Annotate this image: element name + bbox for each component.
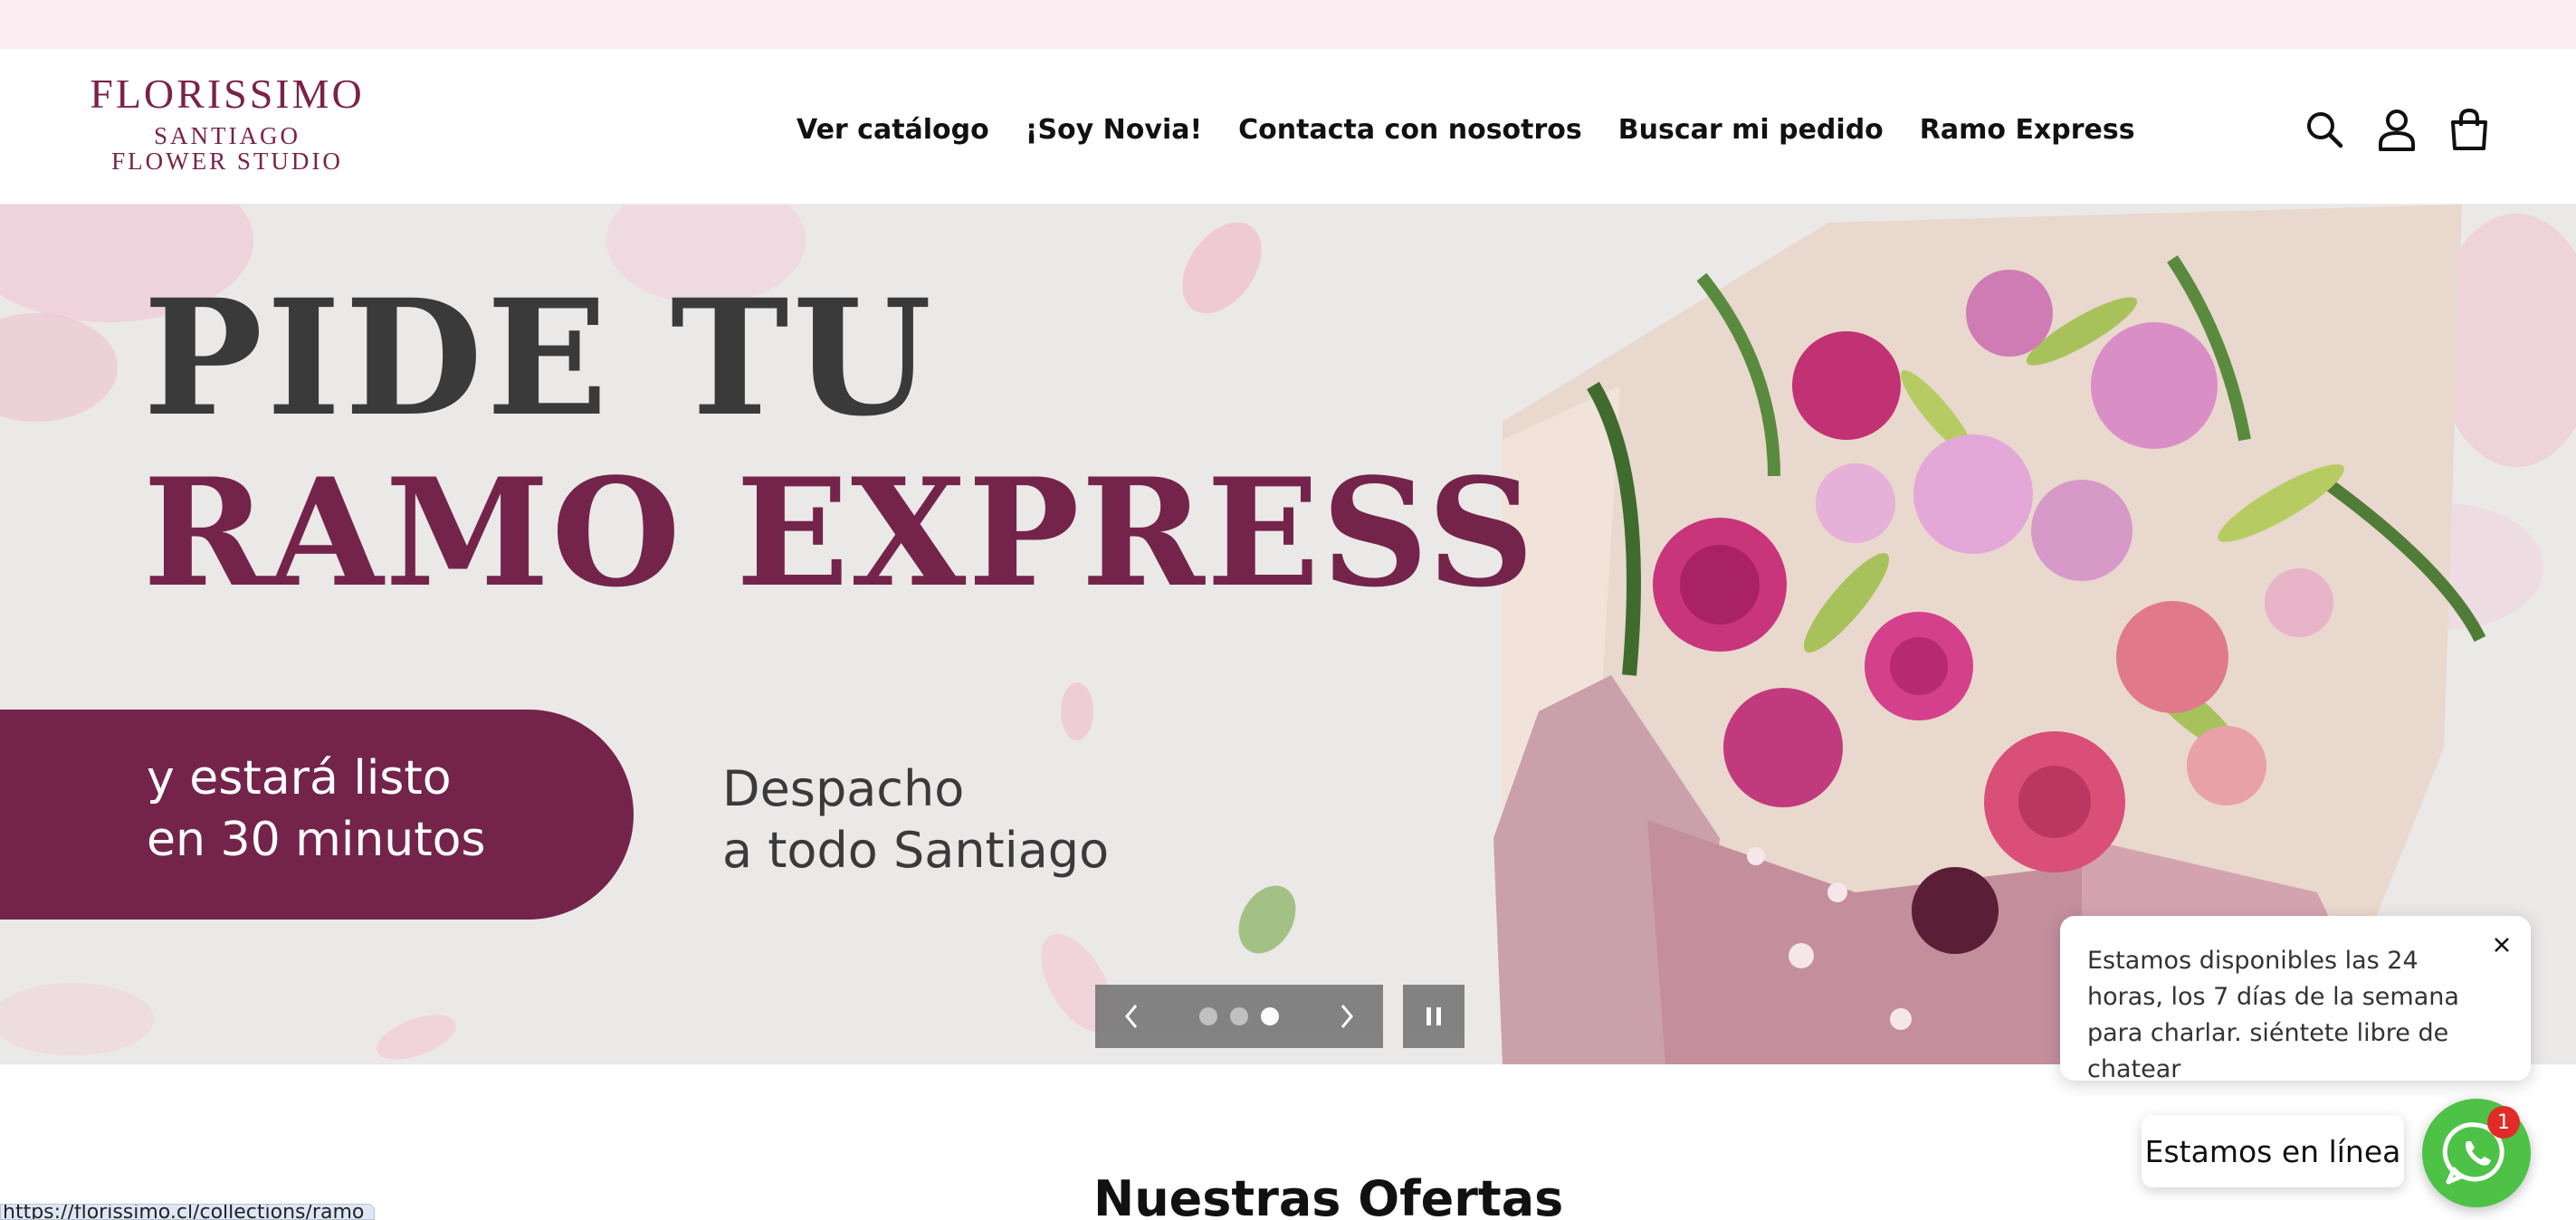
site-logo[interactable]: FLORISSIMO SANTIAGO FLOWER STUDIO [87,69,367,174]
hero-title-line2: RAMO EXPRESS [143,445,1537,620]
search-icon[interactable] [2299,104,2350,155]
section-title-ofertas: Nuestras Ofertas [1093,1170,1564,1220]
chevron-left-icon [1125,1005,1138,1028]
nav-item-catalogo[interactable]: Ver catálogo [797,114,989,146]
close-chat-bubble-button[interactable] [2485,929,2518,961]
account-icon[interactable] [2371,104,2422,155]
main-nav: Ver catálogo ¡Soy Novia! Contacta con no… [797,107,2135,152]
cart-icon[interactable] [2444,104,2495,155]
slider-dot-3[interactable] [1261,1007,1279,1025]
nav-item-contacto[interactable]: Contacta con nosotros [1238,114,1582,146]
close-icon [2495,938,2509,952]
slider-dot-1[interactable] [1199,1007,1217,1025]
hero-delivery-line1: Despacho [722,760,965,817]
hero-delivery-text: Despacho a todo Santiago [722,758,1193,882]
nav-item-buscar-pedido[interactable]: Buscar mi pedido [1618,114,1884,146]
slider-dots [1168,1007,1311,1025]
chat-welcome-bubble: Estamos disponibles las 24 horas, los 7 … [2060,916,2531,1083]
hero-pill-text: y estará listo en 30 minutos [147,748,563,871]
next-slide-button[interactable] [1311,985,1383,1048]
logo-tagline: FLOWER STUDIO [111,148,343,175]
chat-welcome-text: Estamos disponibles las 24 horas, los 7 … [2087,947,2459,1083]
logo-city: SANTIAGO [154,122,301,149]
header-icons [2299,103,2495,156]
logo-wordmark: FLORISSIMO [90,71,365,117]
nav-item-soy-novia[interactable]: ¡Soy Novia! [1026,114,1202,146]
pause-icon [1426,1007,1441,1025]
hero-pill-line1: y estará listo [147,751,452,805]
site-header: FLORISSIMO SANTIAGO FLOWER STUDIO Ver ca… [0,49,2576,205]
hero-title-line1: PIDE TU [143,264,936,452]
slider-dot-2[interactable] [1230,1007,1248,1025]
nav-item-ramo-express[interactable]: Ramo Express [1920,114,2135,146]
chat-online-label[interactable]: Estamos en línea [2142,1115,2404,1187]
hero-delivery-line2: a todo Santiago [722,822,1110,879]
browser-status-url: https://florissimo.cl/collections/ramo [0,1204,375,1220]
hero-pill-line2: en 30 minutos [147,813,486,867]
slider-controls [1095,985,1383,1048]
announcement-bar [0,0,2576,49]
chevron-right-icon [1340,1005,1353,1028]
previous-slide-button[interactable] [1095,985,1168,1048]
pause-slideshow-button[interactable] [1403,985,1465,1048]
chat-notification-badge: 1 [2487,1106,2520,1139]
